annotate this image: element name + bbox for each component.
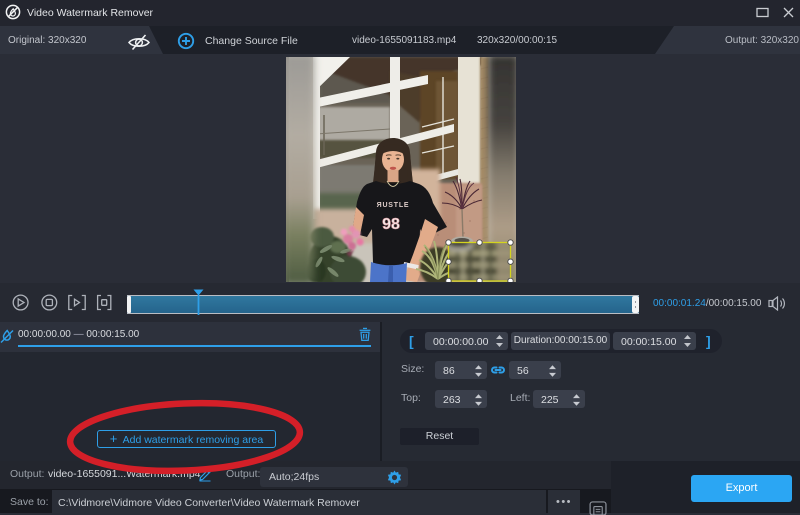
svg-text:ЯUSTLE: ЯUSTLE bbox=[377, 202, 410, 209]
svg-text:98: 98 bbox=[382, 216, 400, 233]
